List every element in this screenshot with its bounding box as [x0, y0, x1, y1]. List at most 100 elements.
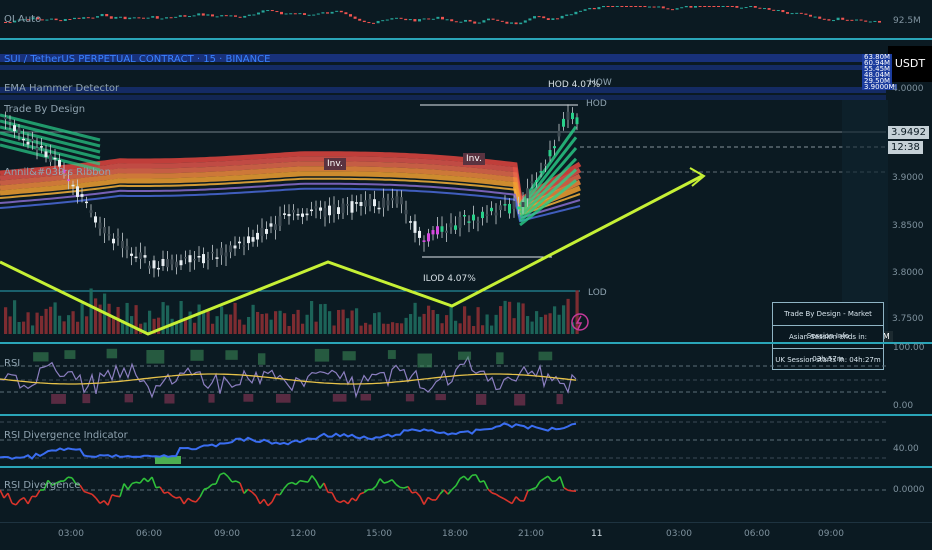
volume-bar — [251, 304, 255, 334]
rsidiv-segment — [295, 480, 301, 486]
rsidiv-segment — [307, 475, 313, 483]
candle-body — [539, 171, 543, 173]
oi-candle — [399, 17, 403, 19]
rsi-os-fill — [51, 394, 66, 404]
time-tick: 06:00 — [744, 529, 770, 539]
oi-title: OI Auto — [4, 14, 42, 25]
rsi-title[interactable]: RSI — [4, 358, 20, 369]
rsidiv-segment — [455, 478, 461, 487]
volume-bar — [233, 302, 237, 334]
rsi-ob-fill — [417, 353, 433, 368]
rsidiv-segment — [219, 472, 225, 476]
candle-body — [22, 138, 25, 141]
candle-body — [418, 230, 421, 238]
oi-candle — [59, 20, 63, 22]
candle-body — [481, 211, 484, 219]
rsidiv-segment — [451, 485, 457, 491]
y-tick: 3.8500 — [892, 221, 924, 231]
indicator-ema-hammer[interactable]: EMA Hammer Detector — [4, 83, 119, 94]
oi-candle — [197, 13, 201, 16]
volume-bar — [553, 306, 557, 334]
volume-bar — [49, 306, 53, 334]
volume-bar — [350, 310, 354, 334]
rsidiv-segment — [299, 479, 305, 483]
rsi-pane: RSI 100.00 0.00 — [0, 343, 932, 414]
indicator-trade-by-design[interactable]: Trade By Design — [4, 104, 85, 115]
oi-candle — [721, 6, 725, 7]
volume-bar — [521, 303, 525, 334]
candle-body — [436, 226, 439, 235]
candle-body — [125, 246, 129, 250]
rsi-chart[interactable] — [0, 344, 932, 414]
volume-bar — [310, 301, 314, 334]
rsidiv-title[interactable]: RSI Divergence — [4, 480, 80, 491]
volume-bar — [148, 310, 152, 334]
rsidiv-value: 0.0000 — [893, 485, 925, 495]
candle-body — [71, 184, 75, 187]
volume-bar — [22, 321, 26, 334]
rsidiv-segment — [179, 496, 185, 505]
oi-candle — [307, 14, 311, 16]
rsidiv-segment — [147, 476, 153, 483]
candle-body — [373, 199, 376, 207]
volume-bar — [44, 308, 48, 334]
oi-candle — [491, 18, 495, 20]
rsidiv-segment — [391, 479, 397, 485]
symbol-title[interactable]: SUI / TetherUS PERPETUAL CONTRACT · 15 ·… — [4, 54, 270, 65]
time-axis[interactable]: 03:00 06:00 09:00 12:00 15:00 18:00 21:00 11 03:… — [0, 522, 932, 550]
rsidiv-segment — [155, 486, 161, 489]
volume-bar — [355, 308, 359, 334]
oi-candle — [68, 18, 72, 20]
volume-bar — [476, 307, 480, 334]
candle-body — [233, 245, 237, 249]
time-tick: 09:00 — [818, 529, 844, 539]
volume-bar — [566, 298, 570, 334]
candle-body — [553, 146, 556, 149]
volume-bar — [440, 323, 444, 334]
oi-candle — [648, 6, 651, 8]
rsidiv-segment — [259, 498, 265, 505]
oi-candle — [63, 18, 67, 22]
rsidiv-segment — [423, 497, 429, 505]
price-chart[interactable] — [0, 40, 932, 342]
oi-candle — [45, 19, 49, 21]
rsidiv-segment — [475, 474, 481, 483]
rsi-divergence-chart[interactable] — [0, 468, 932, 522]
oi-candle — [201, 13, 205, 16]
volume-bar — [274, 311, 278, 334]
candle-body — [517, 206, 520, 210]
candle-body — [400, 197, 403, 205]
candle-body — [463, 214, 466, 217]
time-tick: 15:00 — [366, 529, 392, 539]
candle-body — [346, 204, 349, 206]
rsi-ob-fill — [146, 349, 165, 364]
rsidiv-segment — [15, 499, 21, 506]
candle-body — [8, 120, 12, 123]
currency-button[interactable]: USDT — [888, 46, 932, 82]
oi-candle — [579, 10, 582, 12]
oi-candle — [818, 16, 822, 19]
candle-body — [319, 207, 322, 211]
candle-body — [359, 202, 363, 206]
volume-bar — [8, 316, 12, 334]
oi-candle — [174, 16, 178, 18]
oi-candle — [680, 7, 684, 9]
divergence-chart[interactable] — [0, 416, 932, 466]
rsidiv-segment — [419, 495, 425, 505]
rsidiv-segment — [535, 480, 541, 489]
rsi-ob-fill — [190, 349, 204, 361]
oi-candle — [703, 6, 707, 7]
hod-label: HOD — [586, 99, 607, 109]
oi-candle — [523, 20, 527, 23]
volume-bar — [265, 313, 269, 334]
volume-bar — [125, 302, 129, 334]
oi-candle — [349, 14, 352, 17]
volume-bar — [242, 324, 246, 334]
volume-bar — [499, 306, 503, 334]
rsidiv-segment — [279, 488, 285, 496]
indicator-ribbon[interactable]: Annil&#039;s Ribbon — [4, 167, 111, 178]
oi-candle — [211, 14, 214, 17]
volume-bar — [17, 321, 21, 334]
candle-body — [107, 234, 111, 236]
div-title[interactable]: RSI Divergence Indicator — [4, 430, 128, 441]
